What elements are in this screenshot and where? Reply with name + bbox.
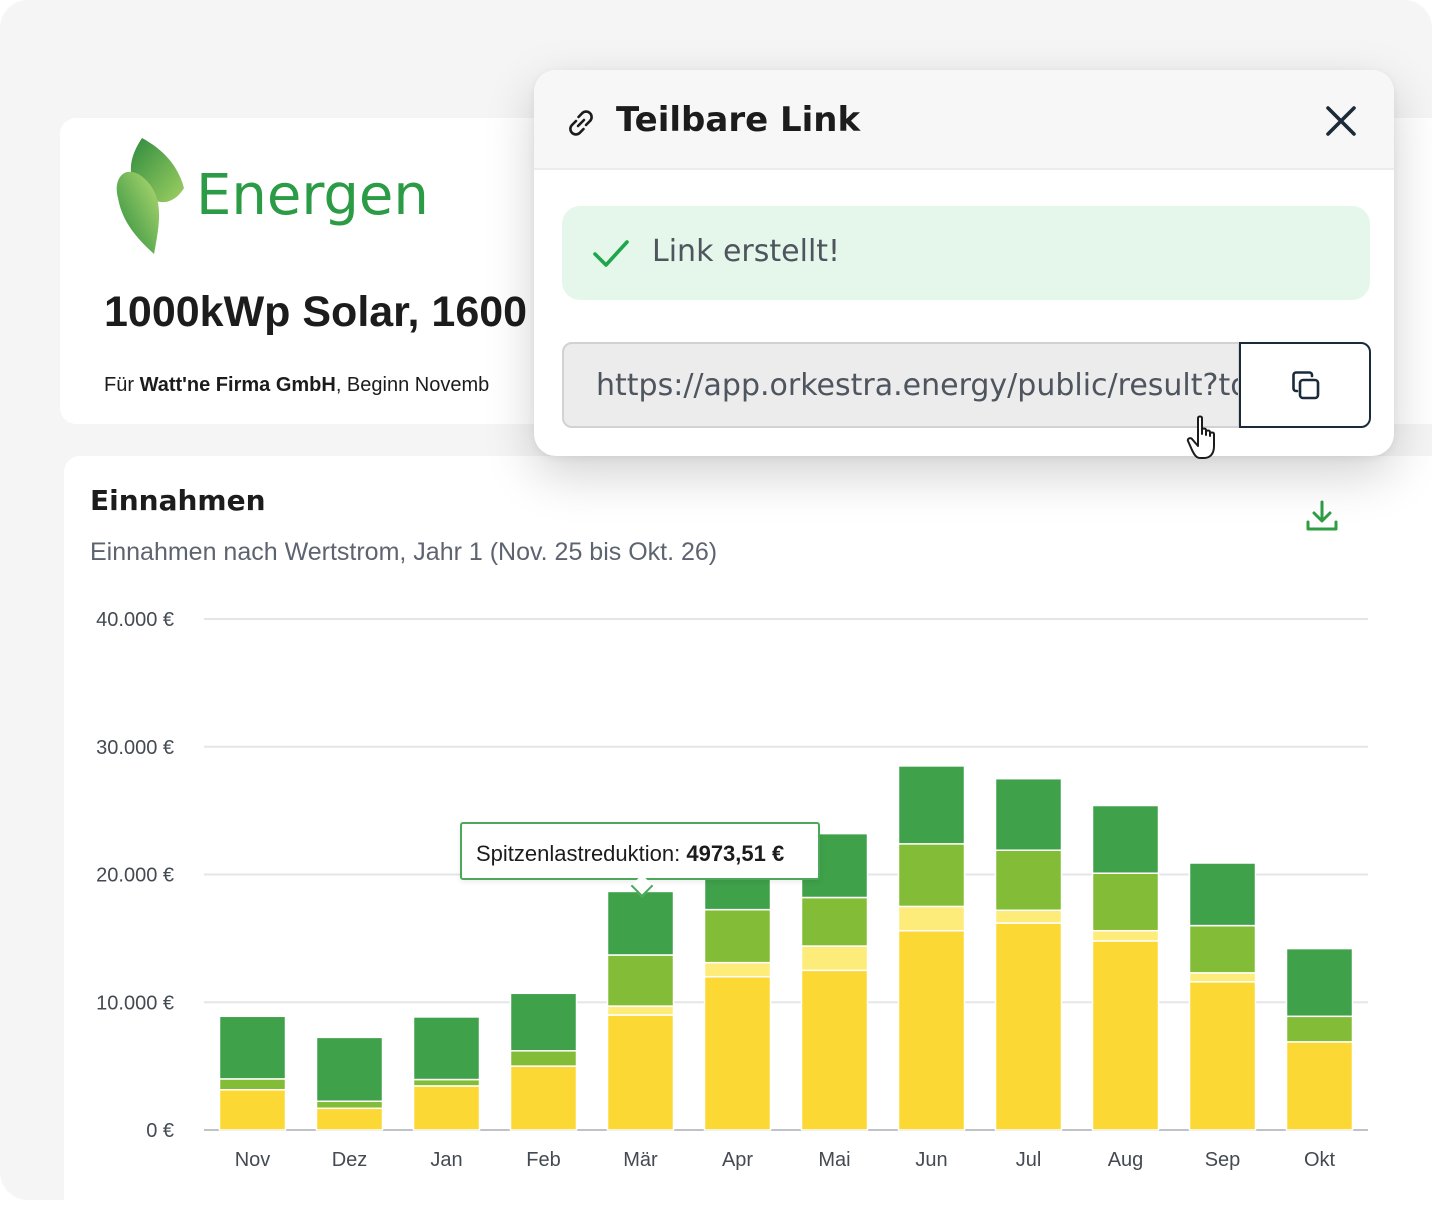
bar-segment-jun-1[interactable]	[897, 905, 966, 932]
project-subtitle: Für Watt'ne Firma GmbH, Beginn Novemb	[104, 374, 489, 397]
hand-cursor-icon	[1186, 415, 1215, 459]
bar-segment-okt-0[interactable]	[1285, 1041, 1354, 1131]
bar-segment-jan-3[interactable]	[412, 1016, 481, 1081]
y-tick-label: 20.000 €	[96, 865, 174, 887]
x-tick-label: Jan	[430, 1149, 462, 1171]
bar-segment-dez-2[interactable]	[315, 1100, 384, 1110]
x-tick-label: Feb	[526, 1149, 560, 1171]
x-tick-label: Mai	[818, 1149, 850, 1171]
modal-title: Teilbare Link	[616, 100, 861, 140]
bar-segment-dez-0[interactable]	[315, 1107, 384, 1131]
bar-segment-okt-2[interactable]	[1285, 1015, 1354, 1043]
bar-segment-mai-0[interactable]	[800, 969, 869, 1131]
x-tick-label: Sep	[1205, 1149, 1241, 1171]
copy-link-button[interactable]	[1239, 342, 1371, 428]
bar-segment-jan-2[interactable]	[412, 1078, 481, 1087]
bar-segment-jan-0[interactable]	[412, 1085, 481, 1131]
bar-segment-dez-3[interactable]	[315, 1036, 384, 1103]
company-name: Watt'ne Firma GmbH	[139, 374, 336, 396]
y-tick-label: 0 €	[146, 1120, 174, 1142]
bar-segment-sep-1[interactable]	[1188, 972, 1257, 983]
success-banner: Link erstellt!	[562, 206, 1370, 300]
bar-segment-nov-2[interactable]	[218, 1078, 287, 1091]
x-tick-label: Jul	[1016, 1149, 1042, 1171]
bar-segment-jul-0[interactable]	[994, 922, 1063, 1131]
link-icon	[569, 110, 593, 136]
x-tick-label: Apr	[722, 1149, 753, 1171]
project-title: 1000kWp Solar, 1600	[104, 288, 528, 336]
bar-segment-mär-1[interactable]	[606, 1005, 675, 1016]
bar-segment-jun-0[interactable]	[897, 929, 966, 1131]
bar-segment-feb-2[interactable]	[509, 1050, 578, 1067]
bar-segment-okt-3[interactable]	[1285, 947, 1354, 1018]
y-tick-label: 30.000 €	[96, 737, 174, 759]
bar-segment-apr-1[interactable]	[703, 961, 772, 978]
x-tick-label: Mär	[623, 1149, 658, 1171]
y-tick-label: 10.000 €	[96, 992, 174, 1014]
bar-segment-aug-2[interactable]	[1091, 872, 1160, 932]
share-url-field[interactable]	[562, 342, 1240, 428]
bar-segment-mai-1[interactable]	[800, 945, 869, 972]
bar-segment-sep-0[interactable]	[1188, 981, 1257, 1131]
bar-segment-jul-1[interactable]	[994, 909, 1063, 924]
tooltip-value: 4973,51 €	[686, 841, 785, 866]
check-icon	[593, 240, 629, 267]
bar-segment-apr-0[interactable]	[703, 975, 772, 1131]
x-tick-label: Dez	[332, 1149, 368, 1171]
bar-segment-jul-3[interactable]	[994, 777, 1063, 851]
y-tick-label: 40.000 €	[96, 609, 174, 631]
subtitle-suffix: , Beginn Novemb	[335, 374, 490, 396]
x-tick-label: Nov	[235, 1149, 271, 1171]
bar-segment-mär-2[interactable]	[606, 954, 675, 1007]
success-message: Link erstellt!	[652, 234, 841, 269]
bar-segment-mär-3[interactable]	[606, 890, 675, 956]
x-tick-label: Okt	[1304, 1149, 1336, 1171]
bar-segment-nov-3[interactable]	[218, 1015, 287, 1080]
bar-segment-feb-3[interactable]	[509, 992, 578, 1052]
share-link-modal: Teilbare Link Link erstellt!	[534, 70, 1394, 456]
bar-segment-jun-3[interactable]	[897, 765, 966, 845]
close-icon[interactable]	[1322, 102, 1360, 140]
bar-segment-mai-2[interactable]	[800, 896, 869, 947]
copy-icon	[1292, 371, 1320, 400]
bar-segment-sep-2[interactable]	[1188, 924, 1257, 974]
modal-header: Teilbare Link	[534, 70, 1394, 170]
bar-segment-aug-3[interactable]	[1091, 804, 1160, 874]
chart-tooltip: Spitzenlastreduktion: 4973,51 €	[460, 822, 820, 898]
bar-segment-mär-0[interactable]	[606, 1014, 675, 1131]
bar-segment-sep-3[interactable]	[1188, 862, 1257, 927]
tooltip-label: Spitzenlastreduktion:	[476, 841, 687, 866]
brand-name: Energen	[196, 163, 429, 228]
bar-segment-feb-0[interactable]	[509, 1065, 578, 1131]
x-tick-label: Aug	[1108, 1149, 1144, 1171]
bar-segment-jun-2[interactable]	[897, 843, 966, 908]
bar-segment-aug-0[interactable]	[1091, 940, 1160, 1131]
bar-segment-apr-2[interactable]	[703, 908, 772, 964]
subtitle-prefix: Für	[104, 374, 140, 396]
bar-segment-nov-0[interactable]	[218, 1089, 287, 1131]
x-tick-label: Jun	[915, 1149, 947, 1171]
bar-segment-jul-2[interactable]	[994, 849, 1063, 912]
bar-segment-aug-1[interactable]	[1091, 929, 1160, 942]
